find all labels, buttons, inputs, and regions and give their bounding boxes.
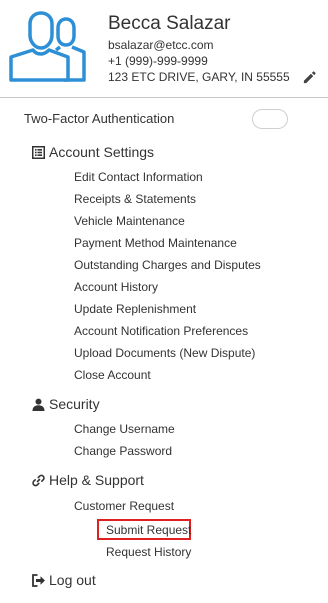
menu-update-replenishment[interactable]: Update Replenishment xyxy=(74,302,196,316)
user-icon xyxy=(32,398,45,411)
profile-email: bsalazar@etcc.com xyxy=(108,38,214,52)
profile-header: Becca Salazar bsalazar@etcc.com +1 (999)… xyxy=(0,0,328,96)
security-heading: Security xyxy=(32,396,100,412)
account-settings-title: Account Settings xyxy=(49,144,155,160)
profile-name: Becca Salazar xyxy=(108,13,231,34)
security-title: Security xyxy=(49,396,100,412)
account-settings-heading: Account Settings xyxy=(32,144,154,160)
menu-submit-request[interactable]: Submit Request xyxy=(106,523,191,537)
logout-button[interactable]: Log out xyxy=(32,572,96,588)
menu-customer-request[interactable]: Customer Request xyxy=(74,499,174,513)
menu-receipts-statements[interactable]: Receipts & Statements xyxy=(74,192,196,206)
menu-request-history[interactable]: Request History xyxy=(106,545,191,559)
sign-out-icon xyxy=(32,573,45,587)
header-divider xyxy=(0,97,328,98)
help-support-heading: Help & Support xyxy=(32,472,144,488)
users-icon xyxy=(9,11,86,82)
logout-label: Log out xyxy=(49,572,96,588)
help-support-title: Help & Support xyxy=(49,472,144,488)
menu-change-username[interactable]: Change Username xyxy=(74,422,175,436)
two-factor-toggle[interactable] xyxy=(252,109,288,129)
profile-address: 123 ETC DRIVE, GARY, IN 55555 xyxy=(108,70,290,84)
menu-upload-documents[interactable]: Upload Documents (New Dispute) xyxy=(74,346,255,360)
menu-outstanding-charges-disputes[interactable]: Outstanding Charges and Disputes xyxy=(74,258,261,272)
menu-change-password[interactable]: Change Password xyxy=(74,444,172,458)
list-icon xyxy=(32,145,45,159)
menu-account-notification-preferences[interactable]: Account Notification Preferences xyxy=(74,324,248,338)
menu-account-history[interactable]: Account History xyxy=(74,280,158,294)
link-icon xyxy=(32,474,45,486)
profile-phone: +1 (999)-999-9999 xyxy=(108,54,208,68)
menu-edit-contact-information[interactable]: Edit Contact Information xyxy=(74,170,203,184)
two-factor-label: Two-Factor Authentication xyxy=(24,111,175,126)
menu-close-account[interactable]: Close Account xyxy=(74,368,151,382)
menu-payment-method-maintenance[interactable]: Payment Method Maintenance xyxy=(74,236,237,250)
pencil-icon[interactable] xyxy=(302,70,317,85)
menu-vehicle-maintenance[interactable]: Vehicle Maintenance xyxy=(74,214,185,228)
